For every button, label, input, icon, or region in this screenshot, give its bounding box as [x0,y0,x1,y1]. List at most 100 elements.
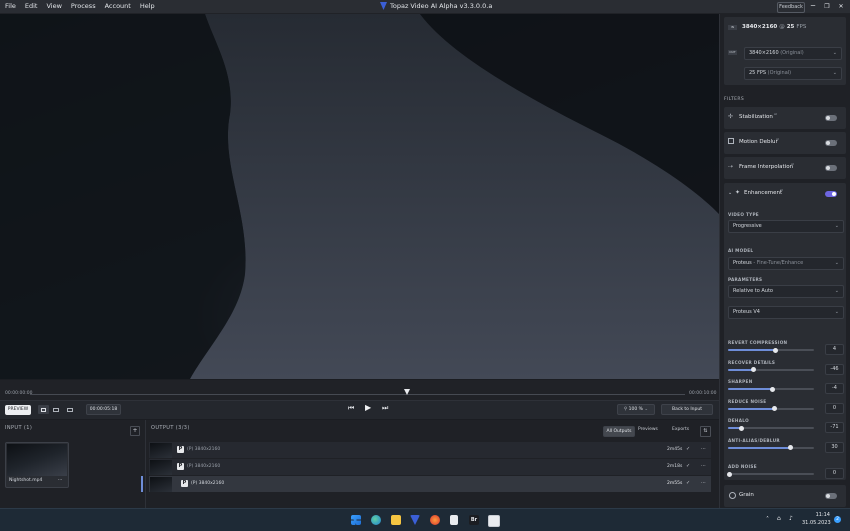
preview-button[interactable]: PREVIEW [5,405,31,415]
output-row-selected[interactable]: P (P) 3840x2160 2m55s ✓ ··· [141,476,711,492]
slider-track[interactable] [727,471,814,477]
title-bar: File Edit View Process Account Help Topa… [0,0,850,14]
frame-interpolation-toggle[interactable] [825,165,837,171]
bridge-app-icon[interactable]: Br [469,515,479,525]
maximize-icon[interactable]: ❐ [821,2,833,11]
ai-model-label: AI MODEL [728,248,754,253]
slider-knob[interactable] [772,347,778,353]
more-icon[interactable]: ··· [701,480,706,486]
slider-knob[interactable] [770,386,776,392]
filter-frame-interpolation[interactable]: ⇢ Frame Interpolation AI [724,157,846,179]
grain-toggle[interactable] [825,493,837,499]
slider-track[interactable] [728,406,814,411]
menu-account[interactable]: Account [105,2,131,10]
volume-icon[interactable]: ♪ [789,515,793,522]
zoom-select[interactable]: ⚲ 100 % ⌄ [617,404,655,415]
more-icon[interactable]: ··· [701,446,706,452]
play-icon[interactable]: ▶ [365,403,371,412]
clock-date[interactable]: 31.05.2023 [802,520,831,526]
timeline-track[interactable] [30,394,685,395]
slider-knob[interactable] [771,406,777,411]
slider-value-field[interactable]: -71 [825,422,844,433]
fps-select[interactable]: 25 FPS (Original) ⌄ [744,67,842,80]
menu-help[interactable]: Help [140,2,155,10]
active-window-icon[interactable] [488,515,500,527]
filter-grain[interactable]: Grain [724,485,846,507]
timecode-field[interactable]: 00:00:05:18 [86,404,121,415]
video-preview[interactable] [0,14,719,379]
check-icon[interactable]: ✓ [686,463,690,469]
chevron-down-icon[interactable]: ⌄ [728,190,732,196]
menu-file[interactable]: File [5,2,16,10]
prev-frame-icon[interactable]: ⏮ [348,404,354,413]
menu-view[interactable]: View [46,2,61,10]
feedback-button[interactable]: Feedback [777,2,805,13]
minimize-icon[interactable]: ─ [807,2,819,11]
slider-value-field[interactable]: -46 [825,363,844,375]
output-row[interactable]: P (P) 3840x2160 2m18s ✓ ··· [149,459,711,475]
windows-start-icon[interactable] [351,515,361,525]
parameters-mode-select[interactable]: Relative to Auto ⌄ [728,285,844,298]
chevron-down-icon: ⌄ [834,223,839,229]
input-file-card[interactable]: Nightshot.mp4 ··· [5,442,69,488]
filter-motion-deblur[interactable]: Motion Deblur AI [724,132,846,154]
clock-time[interactable]: 11:14 [802,512,830,518]
tab-exports[interactable]: Exports [672,427,689,432]
slider-track[interactable] [728,445,814,450]
close-icon[interactable]: ✕ [835,2,847,11]
split-view-icon[interactable] [53,407,59,412]
menu-edit[interactable]: Edit [25,2,38,10]
slider-track[interactable] [728,367,814,372]
input-more-icon[interactable]: ··· [58,478,62,483]
notepad-icon[interactable] [450,515,458,525]
view-single-button[interactable] [38,405,49,414]
resolution-select[interactable]: 3840×2160 (Original) ⌄ [744,47,842,60]
input-resolution: 3840×2160 @ 25 FPS [742,24,806,30]
parameters-preset-select[interactable]: Proteus V4 ⌄ [728,306,844,319]
slider-track[interactable] [728,425,814,431]
slider-value-field[interactable]: 4 [825,344,844,355]
notification-badge[interactable]: 2 [834,516,841,523]
next-frame-icon[interactable]: ⏭ [382,404,388,413]
slider-value-field[interactable]: 30 [825,441,844,453]
file-explorer-icon[interactable] [391,515,401,525]
output-time: 2m55s [667,481,683,486]
slider-knob[interactable] [727,471,733,477]
slider-value-field[interactable]: 0 [825,402,844,414]
menu-bar: File Edit View Process Account Help [5,2,155,10]
slider-knob[interactable] [788,445,794,450]
slider-knob[interactable] [739,425,745,431]
playhead-icon[interactable] [404,389,410,395]
timeline-start: 00:00:00:00 [5,391,33,396]
output-row[interactable]: P (P) 3840x2160 2m45s ✓ ··· [149,442,711,458]
tray-arrow-icon[interactable]: ˄ [766,516,769,523]
stabilization-toggle[interactable] [825,115,837,121]
slider-knob[interactable] [751,367,757,372]
ai-model-select[interactable]: Proteus - Fine-Tune/Enhance ⌄ [728,257,844,270]
filter-stabilization[interactable]: ✢ Stabilization AI [724,107,846,129]
slider-track[interactable] [728,386,814,392]
enhancement-toggle[interactable] [825,191,837,197]
motion-deblur-toggle[interactable] [825,140,837,146]
more-icon[interactable]: ··· [701,463,706,469]
add-input-button[interactable]: + [130,426,140,436]
edge-browser-icon[interactable] [371,515,381,525]
back-to-input-button[interactable]: Back to Input [661,404,713,415]
check-icon[interactable]: ✓ [686,480,690,486]
sort-icon[interactable]: ⇅ [700,426,711,437]
check-icon[interactable]: ✓ [686,446,690,452]
menu-process[interactable]: Process [71,2,96,10]
input-fps-value: 25 [786,24,795,30]
side-by-side-icon[interactable] [67,407,73,412]
selection-indicator [141,476,143,492]
network-icon[interactable]: ⌂ [777,515,781,522]
topaz-app-icon[interactable] [410,515,420,525]
output-label: (P) 3840x2160 [191,481,225,486]
slider-track[interactable] [728,347,814,353]
video-type-select[interactable]: Progressive ⌄ [728,220,844,233]
tab-all-outputs[interactable]: All Outputs [603,426,635,437]
firefox-icon[interactable] [430,515,440,525]
tab-previews[interactable]: Previews [638,427,658,432]
slider-value-field[interactable]: -4 [825,383,844,394]
slider-value-field[interactable]: 0 [825,468,844,479]
